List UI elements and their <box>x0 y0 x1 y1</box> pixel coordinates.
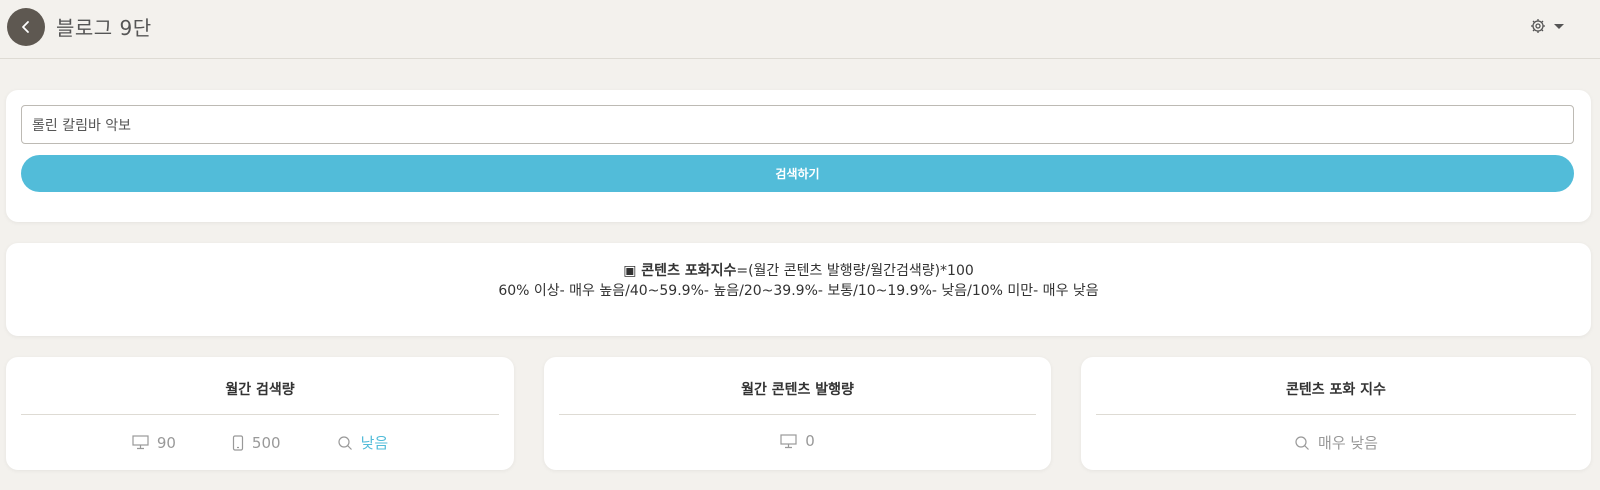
search-button[interactable]: 검색하기 <box>21 155 1574 192</box>
divider <box>559 414 1036 415</box>
saturation-formula-text: =(월간 콘텐츠 발행량/월간검색량)*100 <box>736 263 974 279</box>
monthly-search-volume-card: 월간 검색량 90 500 낮음 <box>6 357 514 470</box>
stat-title: 월간 검색량 <box>225 382 295 398</box>
search-icon <box>1295 435 1309 450</box>
divider <box>1096 414 1576 415</box>
saturation-level: 매우 낮음 <box>1294 432 1378 453</box>
saturation-formula-label: ▣ 콘텐츠 포화지수 <box>623 263 737 279</box>
pc-search-volume: 90 <box>132 434 176 452</box>
search-card: 검색하기 <box>6 90 1591 222</box>
chevron-down-icon <box>1554 23 1564 29</box>
pc-content-value: 0 <box>805 432 815 450</box>
search-icon <box>337 435 352 450</box>
mobile-search-volume: 500 <box>232 434 281 452</box>
header-bar: 블로그 9단 <box>0 0 1600 59</box>
pc-content-volume: 0 <box>780 432 815 450</box>
desktop-icon <box>780 433 797 448</box>
page-title: 블로그 9단 <box>56 16 152 40</box>
stat-title: 월간 콘텐츠 발행량 <box>741 382 854 398</box>
saturation-level-value: 매우 낮음 <box>1318 434 1378 452</box>
saturation-formula: ▣ 콘텐츠 포화지수=(월간 콘텐츠 발행량/월간검색량)*100 <box>6 260 1591 280</box>
saturation-info-card: ▣ 콘텐츠 포화지수=(월간 콘텐츠 발행량/월간검색량)*100 60% 이상… <box>6 243 1591 336</box>
pc-search-value: 90 <box>156 433 176 452</box>
content-saturation-card: 콘텐츠 포화 지수 매우 낮음 <box>1081 357 1591 470</box>
divider <box>21 414 499 415</box>
gear-icon <box>1531 19 1545 33</box>
stat-title: 콘텐츠 포화 지수 <box>1286 382 1386 398</box>
search-level: 낮음 <box>337 432 389 453</box>
mobile-icon <box>232 434 244 451</box>
search-level-value: 낮음 <box>360 434 389 452</box>
desktop-icon <box>132 435 149 450</box>
monthly-content-volume-card: 월간 콘텐츠 발행량 0 <box>544 357 1051 470</box>
chevron-left-icon <box>22 21 29 33</box>
mobile-search-value: 500 <box>251 433 281 452</box>
settings-menu[interactable] <box>1530 18 1564 34</box>
saturation-legend: 60% 이상- 매우 높음/40~59.9%- 높음/20~39.9%- 보통/… <box>498 283 1099 299</box>
search-input[interactable] <box>21 105 1574 144</box>
back-button[interactable] <box>7 8 45 46</box>
